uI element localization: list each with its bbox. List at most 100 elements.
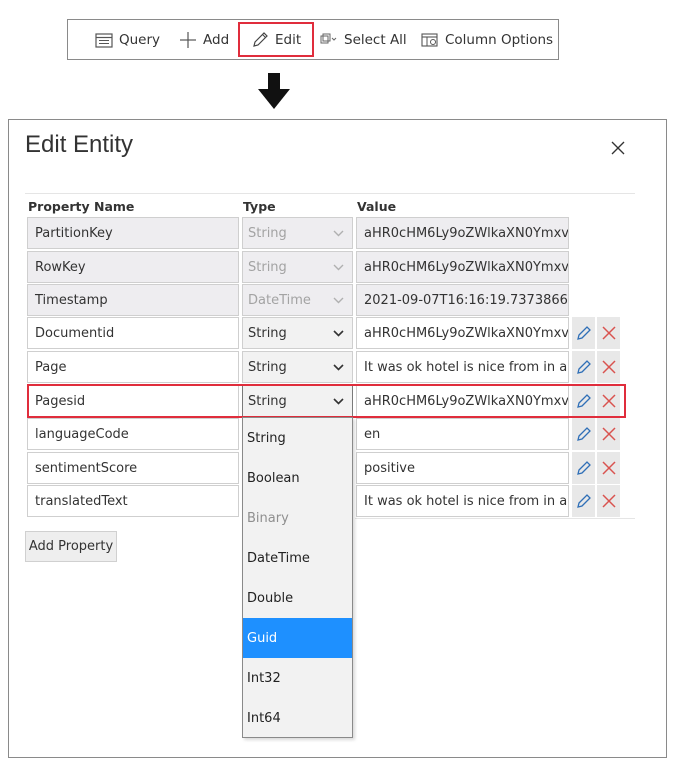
title-divider bbox=[25, 193, 635, 194]
property-name-field[interactable]: languageCode bbox=[27, 418, 239, 450]
pencil-icon bbox=[576, 427, 591, 441]
chevron-down-icon bbox=[333, 364, 344, 371]
property-value-field[interactable]: positive bbox=[356, 452, 569, 484]
type-option-string[interactable]: String bbox=[243, 418, 352, 458]
edit-label: Edit bbox=[275, 31, 302, 48]
chevron-down-icon bbox=[333, 330, 344, 337]
type-option-guid[interactable]: Guid bbox=[243, 618, 352, 658]
edit-value-button[interactable] bbox=[572, 317, 595, 349]
property-value-field[interactable]: aHR0cHM6Ly9oZWlkaXN0YmxvYnN0b3JhZ2U bbox=[356, 385, 569, 417]
edit-value-button[interactable] bbox=[572, 418, 595, 450]
column-header-type: Type bbox=[243, 199, 276, 214]
chevron-down-icon bbox=[333, 297, 344, 304]
edit-button[interactable]: Edit bbox=[238, 22, 314, 57]
delete-icon bbox=[601, 326, 616, 340]
query-icon bbox=[95, 32, 113, 48]
edit-value-button[interactable] bbox=[572, 452, 595, 484]
delete-property-button[interactable] bbox=[597, 351, 620, 383]
property-value-field: aHR0cHM6Ly9oZWlkaXN0YmxvYnN0b3JhZ2U bbox=[356, 251, 569, 283]
delete-icon bbox=[601, 360, 616, 374]
entity-toolbar: Query Add Edit Select All Column Options bbox=[67, 19, 559, 60]
select-all-button[interactable]: Select All bbox=[320, 20, 407, 59]
property-name-field[interactable]: translatedText bbox=[27, 485, 239, 517]
pencil-icon bbox=[576, 326, 591, 340]
delete-property-button[interactable] bbox=[597, 485, 620, 517]
pencil-icon bbox=[576, 461, 591, 475]
type-select-value: String bbox=[248, 325, 287, 341]
type-select-value: String bbox=[248, 259, 287, 275]
type-select[interactable]: String bbox=[242, 385, 353, 417]
type-option-double[interactable]: Double bbox=[243, 578, 352, 618]
type-select: String bbox=[242, 251, 353, 283]
select-all-label: Select All bbox=[344, 31, 407, 48]
type-select[interactable]: String bbox=[242, 351, 353, 383]
column-options-button[interactable]: Column Options bbox=[421, 20, 553, 59]
column-options-icon bbox=[421, 32, 438, 47]
pencil-icon bbox=[576, 494, 591, 508]
column-header-name: Property Name bbox=[28, 199, 135, 214]
property-row: Documentid String aHR0cHM6Ly9oZWlkaXN0Ym… bbox=[9, 317, 668, 349]
pencil-icon bbox=[576, 360, 591, 374]
type-select: String bbox=[242, 217, 353, 249]
column-options-label: Column Options bbox=[445, 31, 554, 48]
add-label: Add bbox=[203, 31, 230, 48]
type-select[interactable]: String bbox=[242, 317, 353, 349]
chevron-down-icon bbox=[333, 230, 344, 237]
edit-value-button[interactable] bbox=[572, 385, 595, 417]
delete-property-button[interactable] bbox=[597, 317, 620, 349]
query-label: Query bbox=[119, 31, 161, 48]
dialog-title: Edit Entity bbox=[25, 131, 134, 158]
type-dropdown-list: String Boolean Binary DateTime Double Gu… bbox=[242, 417, 353, 738]
property-value-field[interactable]: en bbox=[356, 418, 569, 450]
property-row: Timestamp DateTime 2021-09-07T16:16:19.7… bbox=[9, 284, 668, 316]
type-select-value: String bbox=[248, 225, 287, 241]
edit-value-button[interactable] bbox=[572, 485, 595, 517]
property-name-field[interactable]: Pagesid bbox=[27, 385, 239, 417]
table-bottom-divider bbox=[355, 518, 635, 519]
property-name-field[interactable]: Documentid bbox=[27, 317, 239, 349]
delete-property-button[interactable] bbox=[597, 452, 620, 484]
down-arrow-icon bbox=[258, 73, 290, 109]
select-all-icon bbox=[320, 33, 337, 43]
delete-property-button[interactable] bbox=[597, 385, 620, 417]
delete-icon bbox=[601, 394, 616, 408]
add-button[interactable]: Add bbox=[179, 20, 229, 59]
property-name-field[interactable]: Page bbox=[27, 351, 239, 383]
property-name-field: Timestamp bbox=[27, 284, 239, 316]
add-property-button[interactable]: Add Property bbox=[25, 531, 117, 562]
edit-value-button[interactable] bbox=[572, 351, 595, 383]
chevron-down-icon bbox=[333, 264, 344, 271]
property-name-field: PartitionKey bbox=[27, 217, 239, 249]
property-row: Pagesid String aHR0cHM6Ly9oZWlkaXN0YmxvY… bbox=[9, 385, 668, 417]
property-value-field[interactable]: It was ok hotel is nice from in and out bbox=[356, 351, 569, 383]
property-name-field: RowKey bbox=[27, 251, 239, 283]
property-name-field[interactable]: sentimentScore bbox=[27, 452, 239, 484]
pencil-icon bbox=[253, 31, 268, 47]
column-header-value: Value bbox=[357, 199, 397, 214]
chevron-down-icon bbox=[333, 398, 344, 405]
type-option-int64[interactable]: Int64 bbox=[243, 698, 352, 738]
type-select-value: String bbox=[248, 359, 287, 375]
delete-icon bbox=[601, 494, 616, 508]
type-select-value: DateTime bbox=[248, 292, 311, 308]
property-row: RowKey String aHR0cHM6Ly9oZWlkaXN0YmxvYn… bbox=[9, 251, 668, 283]
type-select-value: String bbox=[248, 393, 287, 409]
type-select: DateTime bbox=[242, 284, 353, 316]
property-value-field[interactable]: aHR0cHM6Ly9oZWlkaXN0YmxvYnN0b3JhZ2U bbox=[356, 317, 569, 349]
property-row: PartitionKey String aHR0cHM6Ly9oZWlkaXN0… bbox=[9, 217, 668, 249]
delete-icon bbox=[601, 427, 616, 441]
type-option-int32[interactable]: Int32 bbox=[243, 658, 352, 698]
delete-icon bbox=[601, 461, 616, 475]
type-option-datetime[interactable]: DateTime bbox=[243, 538, 352, 578]
type-option-binary: Binary bbox=[247, 510, 289, 526]
type-option-boolean[interactable]: Boolean bbox=[243, 458, 352, 498]
query-button[interactable]: Query bbox=[95, 20, 160, 59]
property-value-field: 2021-09-07T16:16:19.7373866Z bbox=[356, 284, 569, 316]
property-row: Page String It was ok hotel is nice from… bbox=[9, 351, 668, 383]
delete-property-button[interactable] bbox=[597, 418, 620, 450]
close-icon[interactable] bbox=[609, 139, 627, 157]
pencil-icon bbox=[576, 394, 591, 408]
edit-entity-dialog: Edit Entity Property Name Type Value Par… bbox=[8, 119, 667, 758]
property-value-field[interactable]: It was ok hotel is nice from in and out bbox=[356, 485, 569, 517]
plus-icon bbox=[180, 31, 196, 48]
